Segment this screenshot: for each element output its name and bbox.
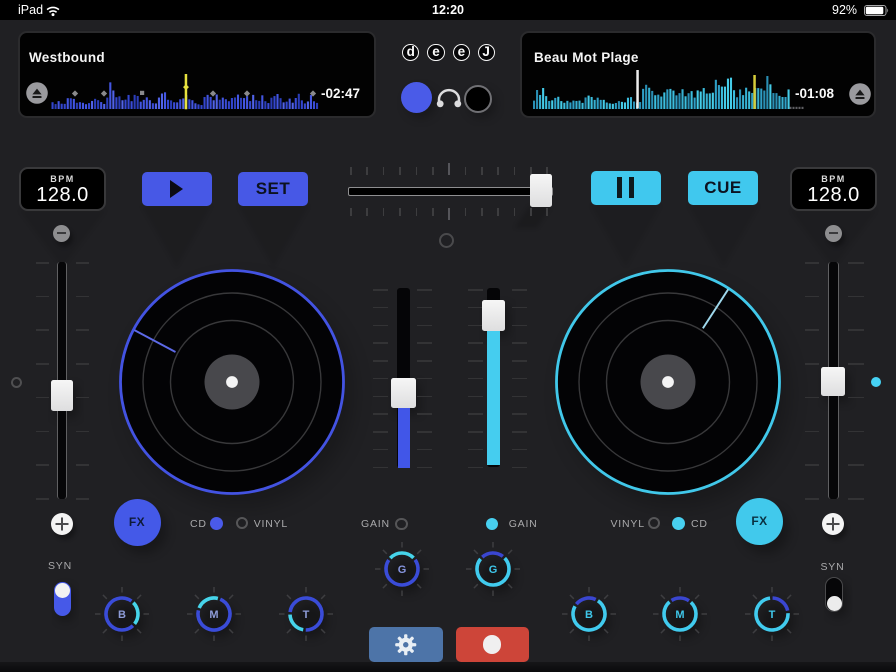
svg-text:T: T — [769, 609, 776, 621]
svg-text:B: B — [118, 609, 126, 621]
svg-text:M: M — [675, 609, 684, 621]
svg-text:G: G — [489, 564, 498, 576]
svg-text:M: M — [209, 609, 218, 621]
svg-text:T: T — [302, 609, 309, 621]
svg-text:G: G — [398, 564, 407, 576]
svg-text:B: B — [585, 609, 593, 621]
